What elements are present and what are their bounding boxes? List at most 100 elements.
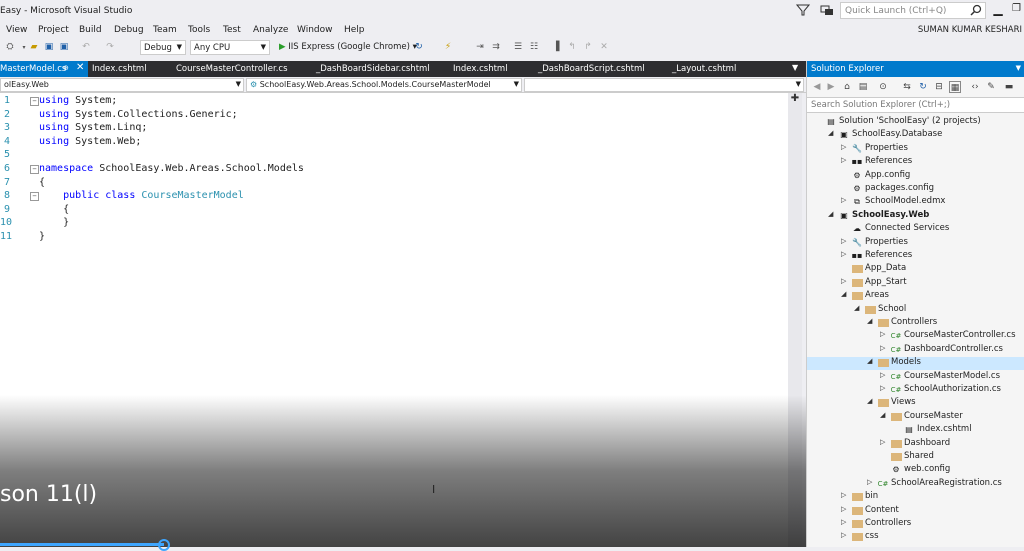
expander-icon[interactable]: ▷ bbox=[841, 277, 849, 285]
new-project-icon[interactable]: ⛭ bbox=[4, 41, 16, 54]
menu-build[interactable]: Build bbox=[79, 25, 102, 35]
tree-node[interactable]: ◢ ▣ SchoolEasy.Web bbox=[807, 210, 1024, 223]
menu-analyze[interactable]: Analyze bbox=[253, 25, 288, 35]
expander-icon[interactable]: ▷ bbox=[841, 237, 849, 245]
class-dropdown[interactable]: ⚙ SchoolEasy.Web.Areas.School.Models.Cou… bbox=[246, 78, 522, 92]
save-icon[interactable]: ▣ bbox=[43, 41, 55, 54]
expander-icon[interactable]: ◢ bbox=[867, 357, 875, 365]
close-icon[interactable]: ✕ bbox=[76, 62, 84, 73]
tree-node[interactable]: ▷ ⧉ SchoolModel.edmx bbox=[807, 196, 1024, 209]
step-icon[interactable]: ⇥ bbox=[474, 41, 486, 54]
tree-node[interactable]: ▷ C# SchoolAreaRegistration.cs bbox=[807, 478, 1024, 491]
pin-icon[interactable]: ⊕ bbox=[63, 64, 69, 72]
tab-coursemastermodel[interactable]: MasterModel.cs ⊕ ✕ bbox=[0, 61, 88, 77]
preview-icon[interactable]: ▬ bbox=[1003, 81, 1015, 93]
pending-changes-icon[interactable]: ⊙ bbox=[877, 81, 889, 93]
expander-icon[interactable]: ▷ bbox=[867, 478, 875, 486]
tree-node[interactable]: ◢ School bbox=[807, 304, 1024, 317]
expander-icon[interactable]: ▷ bbox=[880, 344, 888, 352]
video-progress-bar[interactable] bbox=[0, 543, 164, 546]
bookmark-icon[interactable]: ▐ bbox=[550, 41, 562, 54]
tree-node[interactable]: ☁ Connected Services bbox=[807, 223, 1024, 236]
restore-button[interactable]: ❐ bbox=[1012, 3, 1024, 17]
expander-icon[interactable]: ▷ bbox=[880, 330, 888, 338]
expander-icon[interactable]: ◢ bbox=[841, 290, 849, 298]
expander-icon[interactable]: ▷ bbox=[841, 491, 849, 499]
expander-icon[interactable]: ▷ bbox=[841, 250, 849, 258]
back-icon[interactable]: ◀ bbox=[811, 81, 823, 93]
tree-node[interactable]: ◢ CourseMaster bbox=[807, 411, 1024, 424]
expander-icon[interactable]: ▷ bbox=[880, 438, 888, 446]
tab-dashboardscript[interactable]: _DashBoardScript.cshtml bbox=[538, 61, 645, 77]
video-progress-handle[interactable] bbox=[157, 539, 170, 551]
view-code-icon[interactable]: ‹› bbox=[969, 81, 981, 93]
expander-icon[interactable]: ▷ bbox=[880, 384, 888, 392]
tree-node[interactable]: ▷ C# DashboardController.cs bbox=[807, 344, 1024, 357]
start-debugging-button[interactable]: ▶ IIS Express (Google Chrome) ▾ bbox=[276, 40, 420, 55]
tree-node[interactable]: App_Data bbox=[807, 263, 1024, 276]
tree-node[interactable]: ▤ Solution 'SchoolEasy' (2 projects) bbox=[807, 116, 1024, 129]
expander-icon[interactable]: ◢ bbox=[828, 129, 836, 137]
collapse-all-icon[interactable]: ⊟ bbox=[933, 81, 945, 93]
split-icon[interactable]: ✚ bbox=[788, 93, 802, 105]
menu-window[interactable]: Window bbox=[297, 25, 333, 35]
tree-node[interactable]: ◢ Controllers bbox=[807, 317, 1024, 330]
tree-node[interactable]: ▷ Controllers bbox=[807, 518, 1024, 531]
bookmark-clear-icon[interactable]: ✕ bbox=[598, 41, 610, 54]
browser-link-icon[interactable]: ⚡ bbox=[442, 41, 454, 54]
expander-icon[interactable]: ◢ bbox=[828, 210, 836, 218]
step-over-icon[interactable]: ⇉ bbox=[490, 41, 502, 54]
collapse-icon[interactable]: − bbox=[30, 192, 39, 202]
tree-node[interactable]: ▷ C# CourseMasterController.cs bbox=[807, 330, 1024, 343]
bookmark-next-icon[interactable]: ↱ bbox=[582, 41, 594, 54]
tree-node[interactable]: ▷ css bbox=[807, 531, 1024, 544]
expander-icon[interactable]: ▷ bbox=[880, 371, 888, 379]
tree-node[interactable]: ▷ bin bbox=[807, 491, 1024, 504]
menu-help[interactable]: Help bbox=[344, 25, 365, 35]
tab-index-cshtml[interactable]: Index.cshtml bbox=[92, 61, 147, 77]
tree-node[interactable]: ◢ Views bbox=[807, 397, 1024, 410]
expander-icon[interactable]: ▷ bbox=[841, 196, 849, 204]
filter-icon[interactable] bbox=[795, 3, 811, 17]
expander-icon[interactable]: ▷ bbox=[841, 531, 849, 539]
tree-node[interactable]: ▷ App_Start bbox=[807, 277, 1024, 290]
tree-node[interactable]: ⚙ packages.config bbox=[807, 183, 1024, 196]
tree-node[interactable]: ⚙ web.config bbox=[807, 464, 1024, 477]
properties-icon[interactable]: ✎ bbox=[985, 81, 997, 93]
chevron-down-icon[interactable]: ▼ bbox=[792, 63, 798, 72]
collapse-icon[interactable]: − bbox=[30, 165, 39, 174]
tab-coursemastercontroller[interactable]: CourseMasterController.cs bbox=[176, 61, 288, 77]
tree-node[interactable]: ▷ C# SchoolAuthorization.cs bbox=[807, 384, 1024, 397]
config-select[interactable]: Debug ▼ bbox=[140, 40, 186, 55]
tree-node[interactable]: Shared bbox=[807, 451, 1024, 464]
comment-icon[interactable]: ☰ bbox=[512, 41, 524, 54]
expander-icon[interactable]: ◢ bbox=[867, 317, 875, 325]
expander-icon[interactable]: ▷ bbox=[841, 156, 849, 164]
tree-node[interactable]: ▷ Content bbox=[807, 505, 1024, 518]
tree-node[interactable]: ▷ ▪▪ References bbox=[807, 156, 1024, 169]
menu-project[interactable]: Project bbox=[38, 25, 69, 35]
tree-node[interactable]: ◢ Areas bbox=[807, 290, 1024, 303]
uncomment-icon[interactable]: ☷ bbox=[528, 41, 540, 54]
tree-node[interactable]: ▷ Dashboard bbox=[807, 438, 1024, 451]
quick-launch-input[interactable]: Quick Launch (Ctrl+Q) bbox=[840, 2, 986, 19]
expander-icon[interactable]: ▷ bbox=[841, 505, 849, 513]
refresh-icon[interactable]: ↻ bbox=[413, 41, 425, 54]
tree-node[interactable]: ▷ 🔧 Properties bbox=[807, 237, 1024, 250]
user-name[interactable]: SUMAN KUMAR KESHARI bbox=[918, 25, 1022, 35]
undo-icon[interactable]: ↶ bbox=[80, 41, 92, 54]
menu-debug[interactable]: Debug bbox=[114, 25, 144, 35]
expander-icon[interactable]: ▷ bbox=[841, 518, 849, 526]
menu-team[interactable]: Team bbox=[153, 25, 177, 35]
switch-views-icon[interactable]: ▤ bbox=[857, 81, 869, 93]
tree-node[interactable]: ◢ Models bbox=[807, 357, 1024, 371]
show-all-files-icon[interactable]: ▦ bbox=[949, 81, 961, 93]
tab-dashboardsidebar[interactable]: _DashBoardSidebar.cshtml bbox=[316, 61, 430, 77]
minimize-button[interactable]: ▁ bbox=[992, 3, 1004, 17]
search-icon[interactable] bbox=[970, 4, 982, 16]
project-dropdown[interactable]: olEasy.Web ▼ bbox=[0, 78, 244, 92]
menu-test[interactable]: Test bbox=[223, 25, 241, 35]
expander-icon[interactable]: ◢ bbox=[880, 411, 888, 419]
forward-icon[interactable]: ▶ bbox=[825, 81, 837, 93]
platform-select[interactable]: Any CPU ▼ bbox=[190, 40, 270, 55]
